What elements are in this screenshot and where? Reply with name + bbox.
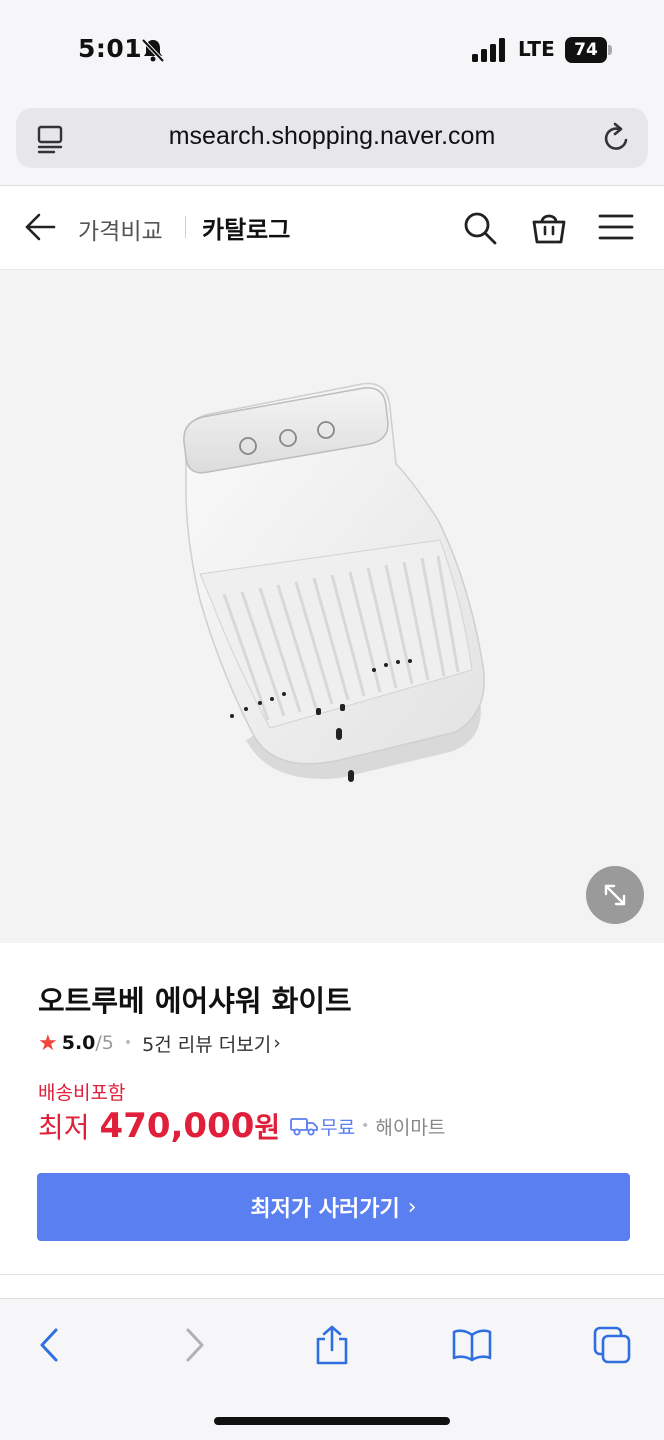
delivery-truck-icon (290, 1118, 319, 1136)
rating-value: 5.0 (61, 1032, 96, 1054)
price-value: 470,000 (99, 1106, 255, 1146)
breadcrumb-divider (185, 216, 186, 238)
menu-icon[interactable] (598, 212, 634, 242)
buy-button-label: 최저가 사러가기 (250, 1197, 400, 1222)
separator-dot: • (123, 1035, 133, 1051)
browser-address-area: msearch.shopping.naver.com (0, 100, 664, 186)
chevron-right-icon: › (407, 1194, 417, 1220)
address-bar[interactable]: msearch.shopping.naver.com (16, 108, 648, 168)
browser-toolbar (0, 1298, 664, 1440)
status-time: 5:01 (78, 34, 143, 63)
share-icon[interactable] (312, 1325, 352, 1365)
expand-image-button[interactable] (586, 866, 644, 924)
back-icon[interactable] (30, 1325, 70, 1365)
product-image[interactable] (0, 270, 664, 943)
battery-icon: 74 (565, 37, 607, 63)
price-row: 최저 470,000 원 무료 • 해이마트 (38, 1104, 445, 1148)
tabs-icon[interactable] (592, 1325, 632, 1365)
breadcrumb-price-compare[interactable]: 가격비교 (78, 212, 163, 246)
breadcrumb-catalog: 카탈로그 (202, 216, 291, 244)
search-icon[interactable] (462, 210, 498, 246)
rating-max: /5 (95, 1032, 114, 1054)
seller-name[interactable]: 해이마트 (375, 1113, 445, 1140)
forward-icon[interactable] (174, 1325, 214, 1365)
product-photo-air-shower (183, 382, 485, 782)
bell-muted-icon (141, 38, 165, 63)
chevron-right-icon[interactable]: › (273, 1032, 281, 1054)
back-arrow-icon[interactable] (24, 212, 56, 242)
site-header: 가격비교 카탈로그 (0, 186, 664, 270)
shipping-included-label: 배송비포함 (38, 1082, 126, 1104)
price-prefix: 최저 (38, 1111, 90, 1144)
buy-lowest-price-button[interactable]: 최저가 사러가기 › (37, 1173, 630, 1241)
expand-icon (604, 884, 626, 906)
review-more-link[interactable]: 5건 리뷰 더보기 (142, 1030, 271, 1057)
star-icon: ★ (38, 1030, 58, 1056)
signal-icon (472, 38, 505, 62)
price-unit: 원 (254, 1111, 281, 1144)
product-title: 오트루베 에어샤워 화이트 (38, 984, 352, 1018)
bookmarks-icon[interactable] (452, 1325, 492, 1365)
rating-row: ★ 5.0 /5 • 5건 리뷰 더보기 › (38, 1030, 281, 1056)
battery-level: 74 (574, 40, 598, 60)
url-text[interactable]: msearch.shopping.naver.com (16, 122, 648, 151)
network-label: LTE (518, 37, 555, 61)
separator-dot: • (361, 1118, 370, 1134)
section-divider (0, 1274, 664, 1275)
home-indicator (214, 1417, 450, 1425)
reload-icon[interactable] (602, 122, 632, 154)
shipping-fee: 무료 (320, 1116, 356, 1139)
shopping-bag-icon[interactable] (530, 208, 568, 246)
battery-cap (608, 45, 612, 55)
status-bar: 5:01 LTE 74 (0, 0, 664, 100)
